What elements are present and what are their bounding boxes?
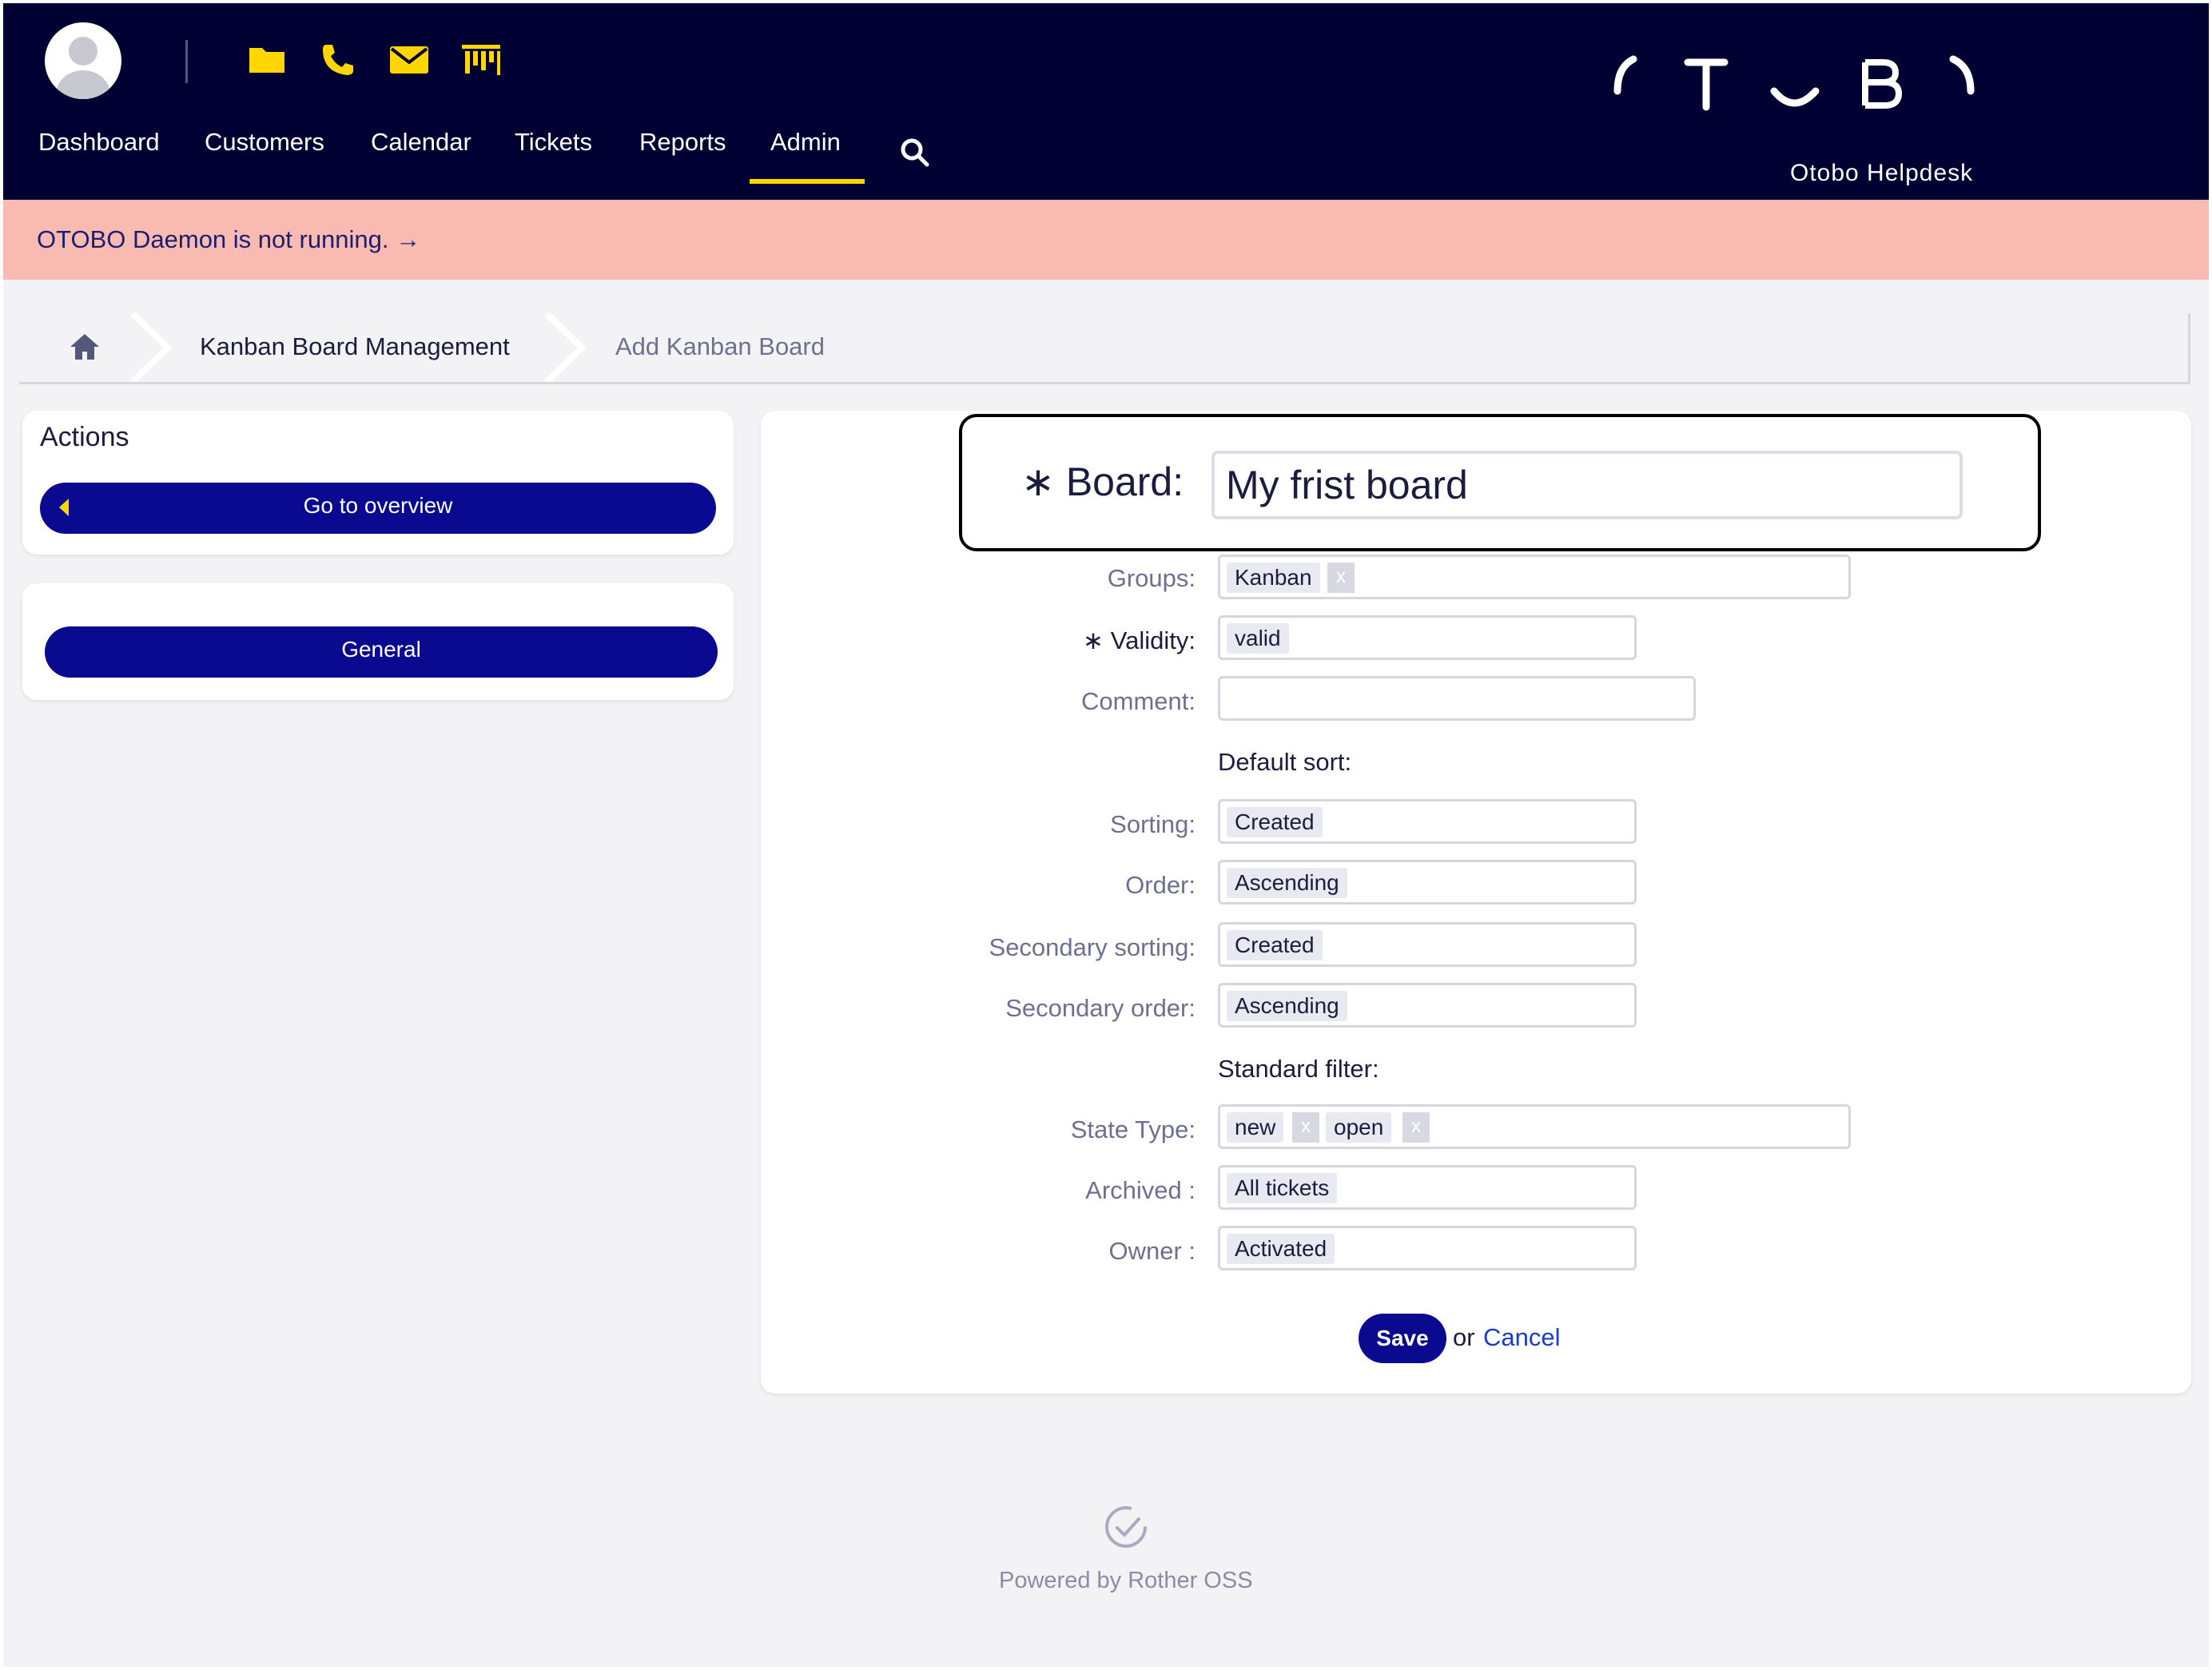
kanban-icon[interactable]	[460, 42, 502, 77]
state-tag-new: new	[1227, 1112, 1284, 1143]
remove-tag-icon[interactable]: x	[1402, 1112, 1430, 1143]
order-select[interactable]: Ascending	[1218, 860, 1637, 905]
go-to-overview-button[interactable]: Go to overview	[40, 483, 716, 534]
header-divider	[185, 40, 188, 83]
search-icon[interactable]	[898, 136, 930, 168]
active-nav-indicator	[750, 179, 865, 184]
actions-title: Actions	[40, 422, 129, 452]
nav-customers[interactable]: Customers	[205, 128, 324, 157]
board-name-input[interactable]: My frist board	[1211, 451, 1963, 519]
footer-powered-by[interactable]: Powered by Rother OSS	[999, 1568, 1253, 1594]
board-label: ∗ Board:	[1021, 459, 1184, 504]
validity-label: ∗ Validity:	[1083, 626, 1196, 654]
home-icon[interactable]	[69, 332, 101, 361]
breadcrumb-add-board: Add Kanban Board	[615, 332, 825, 360]
secondary-sorting-label: Secondary sorting:	[989, 933, 1196, 961]
sorting-label: Sorting:	[1110, 810, 1196, 838]
secondary-sorting-select[interactable]: Created	[1218, 922, 1637, 967]
app-frame: Dashboard Customers Calendar Tickets Rep…	[3, 3, 2209, 1667]
daemon-warning-banner: OTOBO Daemon is not running. →	[3, 200, 2209, 280]
email-icon[interactable]	[388, 42, 430, 77]
daemon-warning-link[interactable]: OTOBO Daemon is not running. →	[37, 225, 420, 254]
nav-calendar[interactable]: Calendar	[371, 128, 471, 157]
avatar[interactable]	[45, 22, 121, 99]
comment-input[interactable]	[1218, 676, 1696, 721]
breadcrumb: Kanban Board Management Add Kanban Board	[19, 313, 2190, 384]
validity-select[interactable]: valid	[1218, 615, 1637, 660]
state-type-label: State Type:	[1070, 1115, 1196, 1143]
order-label: Order:	[1125, 871, 1196, 899]
board-field-highlight: ∗ Board: My frist board	[959, 414, 2041, 551]
archived-label: Archived :	[1085, 1176, 1196, 1204]
breadcrumb-separator	[545, 313, 585, 382]
remove-tag-icon[interactable]: x	[1327, 563, 1355, 593]
archived-select[interactable]: All tickets	[1218, 1165, 1637, 1210]
breadcrumb-separator	[131, 313, 171, 382]
secondary-order-label: Secondary order:	[1005, 994, 1196, 1022]
general-card: General	[22, 583, 734, 700]
default-sort-heading: Default sort:	[1218, 748, 1352, 776]
groups-label: Groups:	[1107, 564, 1196, 592]
nav-dashboard[interactable]: Dashboard	[38, 128, 160, 157]
nav-admin[interactable]: Admin	[770, 128, 841, 157]
folder-icon[interactable]	[246, 42, 288, 77]
otobo-logo	[1601, 50, 2001, 121]
or-text: or	[1453, 1323, 1475, 1351]
brand-subtitle: Otobo Helpdesk	[1790, 160, 1974, 186]
comment-label: Comment:	[1081, 687, 1196, 715]
nav-reports[interactable]: Reports	[639, 128, 726, 157]
cancel-link[interactable]: Cancel	[1483, 1323, 1561, 1352]
owner-label: Owner :	[1108, 1237, 1196, 1265]
actions-card: Actions Go to overview	[22, 411, 734, 555]
state-tag-open: open	[1326, 1112, 1392, 1143]
top-header: Dashboard Customers Calendar Tickets Rep…	[3, 3, 2209, 200]
standard-filter-heading: Standard filter:	[1218, 1055, 1379, 1083]
group-tag: Kanban	[1227, 563, 1320, 593]
owner-select[interactable]: Activated	[1218, 1226, 1637, 1270]
save-button[interactable]: Save	[1359, 1314, 1446, 1363]
breadcrumb-kanban-management[interactable]: Kanban Board Management	[200, 332, 510, 361]
nav-tickets[interactable]: Tickets	[515, 128, 592, 157]
groups-field[interactable]: Kanban x	[1218, 555, 1851, 599]
state-type-field[interactable]: new x open x	[1218, 1104, 1851, 1149]
rother-oss-logo-icon	[1103, 1504, 1149, 1550]
remove-tag-icon[interactable]: x	[1292, 1112, 1319, 1143]
phone-icon[interactable]	[318, 42, 360, 77]
sorting-select[interactable]: Created	[1218, 799, 1637, 844]
secondary-order-select[interactable]: Ascending	[1218, 983, 1637, 1028]
general-button[interactable]: General	[45, 626, 718, 678]
